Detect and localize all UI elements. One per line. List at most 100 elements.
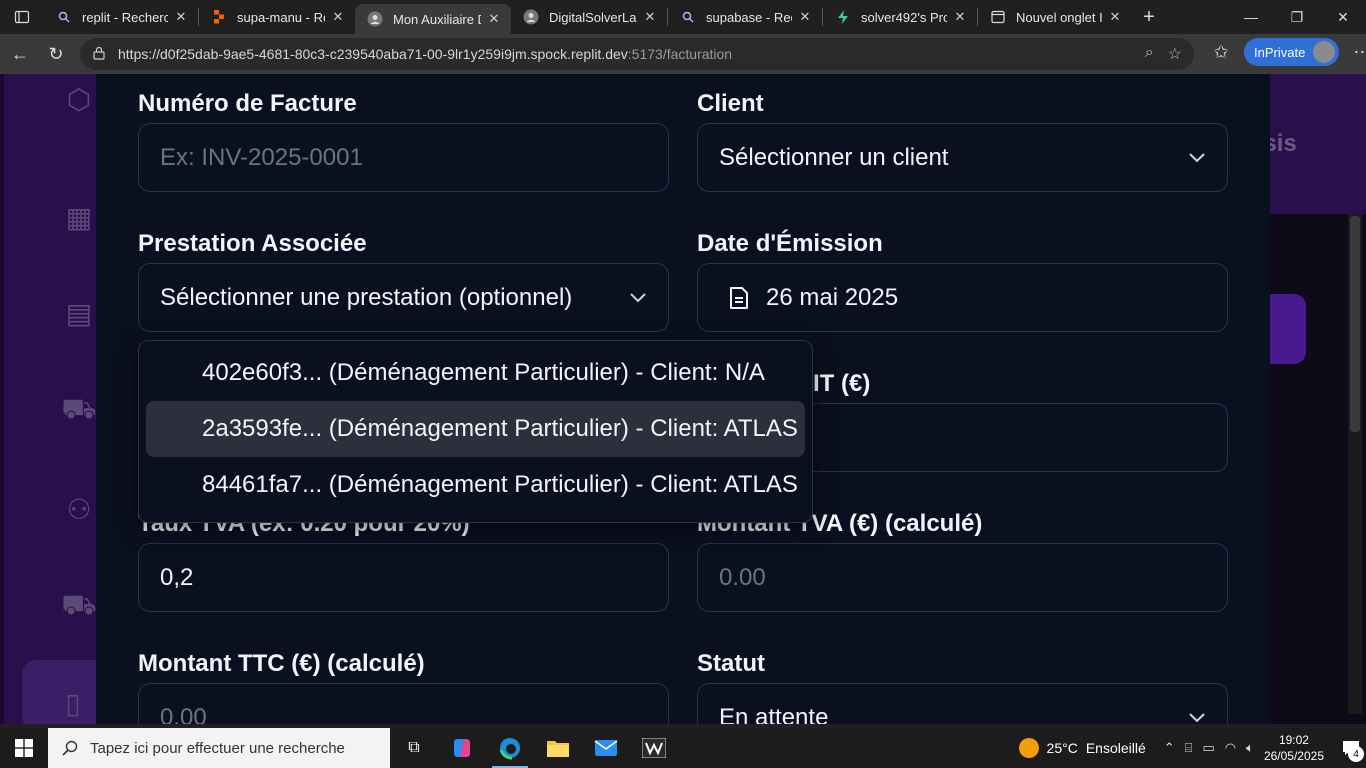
browser-tab[interactable]: replit - Recherche ✕ — [44, 0, 198, 34]
clock[interactable]: 19:02 26/05/2025 — [1264, 732, 1324, 764]
browser-tab-active[interactable]: Mon Auxiliaire Dé ✕ — [355, 4, 511, 34]
task-view-button[interactable]: ⧉ — [390, 728, 438, 768]
weather-widget[interactable]: 25°C Ensoleillé — [1018, 738, 1146, 758]
weather-text: Ensoleillé — [1085, 740, 1146, 756]
users-icon[interactable]: ⚇ — [62, 492, 96, 526]
background-action-button — [1270, 294, 1306, 364]
windows-taskbar: Tapez ici pour effectuer une recherche ⧉… — [0, 728, 1366, 768]
site-info-icon[interactable] — [92, 46, 108, 63]
more-menu-icon[interactable]: ⋯ — [1347, 42, 1366, 63]
chevron-down-icon — [629, 286, 647, 309]
close-tab-icon[interactable]: ✕ — [1108, 9, 1122, 25]
truck-icon[interactable]: ⛟ — [61, 589, 96, 624]
tab-title: DigitalSolverLand — [549, 9, 637, 25]
close-tab-icon[interactable]: ✕ — [331, 9, 345, 25]
window-controls: — ❐ ✕ — [1228, 0, 1366, 34]
ttc-label: Montant TTC (€) (calculé) — [138, 650, 425, 677]
vat-amount-value: 0.00 — [719, 563, 766, 591]
tab-title: supa-manu - Repli — [237, 9, 325, 25]
mail-button[interactable] — [582, 728, 630, 768]
network-icon[interactable]: ⌸ — [1185, 740, 1193, 756]
system-tray: 25°C Ensoleillé ⌃ ⌸ ▭ ◠ 🔈︎ 19:02 26/05/2… — [1018, 728, 1366, 768]
start-button[interactable] — [0, 728, 48, 768]
invoice-number-input[interactable]: Ex: INV-2025-0001 — [138, 123, 669, 192]
windows-logo-icon — [15, 739, 33, 757]
weather-temp: 25°C — [1046, 740, 1078, 756]
browser-tab[interactable]: DigitalSolverLand ✕ — [511, 0, 667, 34]
close-tab-icon[interactable]: ✕ — [487, 11, 501, 27]
inprivate-button[interactable]: InPrivate — [1244, 38, 1340, 66]
close-tab-icon[interactable]: ✕ — [643, 9, 657, 25]
chevron-up-icon[interactable]: ⌃ — [1164, 740, 1175, 756]
ttc-value: 0.00 — [160, 703, 207, 725]
replit-icon — [211, 9, 227, 25]
battery-icon[interactable]: ▭ — [1202, 740, 1214, 756]
app-sidebar: ⬡ ▦ ▤ ⛟ ⚇ ⛟ ▯ — [4, 74, 100, 724]
clock-date: 26/05/2025 — [1263, 749, 1324, 763]
taskbar-search-box[interactable]: Tapez ici pour effectuer une recherche — [48, 728, 390, 768]
dropdown-option[interactable]: 402e60f3... (Déménagement Particulier) -… — [146, 345, 805, 401]
date-picker-button[interactable]: 26 mai 2025 — [697, 263, 1228, 332]
taskbar-search-placeholder: Tapez ici pour effectuer une recherche — [90, 739, 345, 757]
vat-amount-input: 0.00 — [697, 543, 1228, 612]
browser-tab[interactable]: solver492's Projec ✕ — [823, 0, 977, 34]
close-tab-icon[interactable]: ✕ — [174, 9, 188, 25]
tab-actions-icon — [14, 10, 30, 24]
app-taskbar-button[interactable] — [630, 728, 678, 768]
folder-icon — [547, 741, 569, 757]
browser-tab[interactable]: supa-manu - Repli ✕ — [199, 0, 355, 34]
file-explorer-button[interactable] — [534, 728, 582, 768]
volume-icon[interactable]: 🔈︎ — [1246, 740, 1254, 756]
new-tab-icon — [990, 9, 1006, 25]
inprivate-label: InPrivate — [1254, 44, 1306, 60]
dashboard-icon[interactable]: ▦ — [62, 200, 96, 234]
favorites-icon[interactable]: ✩ — [1206, 42, 1236, 63]
zoom-icon[interactable]: ⌕ — [1145, 44, 1154, 64]
restore-icon[interactable]: ❐ — [1274, 0, 1320, 34]
new-tab-button[interactable]: + — [1132, 0, 1166, 34]
tab-title: replit - Recherche — [82, 9, 168, 25]
favorite-star-icon[interactable]: ☆ — [1168, 44, 1182, 64]
url-path: :5173/facturation — [627, 46, 733, 62]
amount-ht-label: IT (€) — [813, 370, 871, 397]
invoice-number-placeholder: Ex: INV-2025-0001 — [160, 143, 363, 171]
close-window-icon[interactable]: ✕ — [1320, 0, 1366, 34]
vat-rate-input[interactable]: 0,2 — [138, 543, 669, 612]
dropdown-option-highlighted[interactable]: 2a3593fe... (Déménagement Particulier) -… — [146, 401, 805, 457]
sun-icon — [1018, 738, 1039, 758]
status-select[interactable]: En attente — [697, 683, 1228, 724]
client-select[interactable]: Sélectionner un client — [697, 123, 1228, 192]
calendar-icon — [728, 286, 752, 310]
edge-taskbar-button[interactable] — [486, 728, 534, 768]
tab-actions-button[interactable] — [0, 0, 44, 34]
dropdown-option[interactable]: 84461fa7... (Déménagement Particulier) -… — [146, 457, 805, 513]
refresh-button[interactable]: ↻ — [38, 36, 74, 72]
url-host: https://d0f25dab-9ae5-4681-80c3-c239540a… — [118, 46, 628, 62]
wifi-icon[interactable]: ◠ — [1225, 740, 1236, 756]
browser-tab[interactable]: supabase - Reche ✕ — [668, 0, 822, 34]
address-bar: ← ↻ https://d0f25dab-9ae5-4681-80c3-c239… — [0, 34, 1366, 74]
prestation-select-value: Sélectionner une prestation (optionnel) — [160, 283, 573, 311]
back-button[interactable]: ← — [2, 36, 38, 72]
chevron-down-icon — [1188, 146, 1206, 169]
chevron-down-icon — [1188, 706, 1206, 724]
date-value: 26 mai 2025 — [766, 283, 899, 311]
arrow-left-icon: ← — [11, 43, 29, 64]
supabase-icon — [835, 9, 851, 25]
close-tab-icon[interactable]: ✕ — [953, 9, 967, 25]
copilot-button[interactable] — [438, 728, 486, 768]
close-tab-icon[interactable]: ✕ — [798, 9, 812, 25]
scrollbar-thumb[interactable] — [1350, 216, 1360, 432]
logo-icon: ⬡ — [66, 83, 92, 115]
browser-tab[interactable]: Nouvel onglet InP ✕ — [978, 0, 1132, 34]
url-input[interactable]: https://d0f25dab-9ae5-4681-80c3-c239540a… — [80, 38, 1194, 70]
minimize-icon[interactable]: — — [1228, 0, 1274, 34]
building-icon[interactable]: ▤ — [62, 296, 96, 330]
vat-rate-value: 0,2 — [160, 563, 194, 591]
invoice-icon[interactable]: ▯ — [56, 686, 90, 720]
prestation-select[interactable]: Sélectionner une prestation (optionnel) — [138, 263, 669, 332]
truck-icon[interactable]: ⛟ — [61, 393, 96, 428]
notification-center-button[interactable]: 4 — [1336, 728, 1366, 768]
refresh-icon: ↻ — [48, 43, 64, 64]
notification-badge: 4 — [1348, 746, 1364, 762]
